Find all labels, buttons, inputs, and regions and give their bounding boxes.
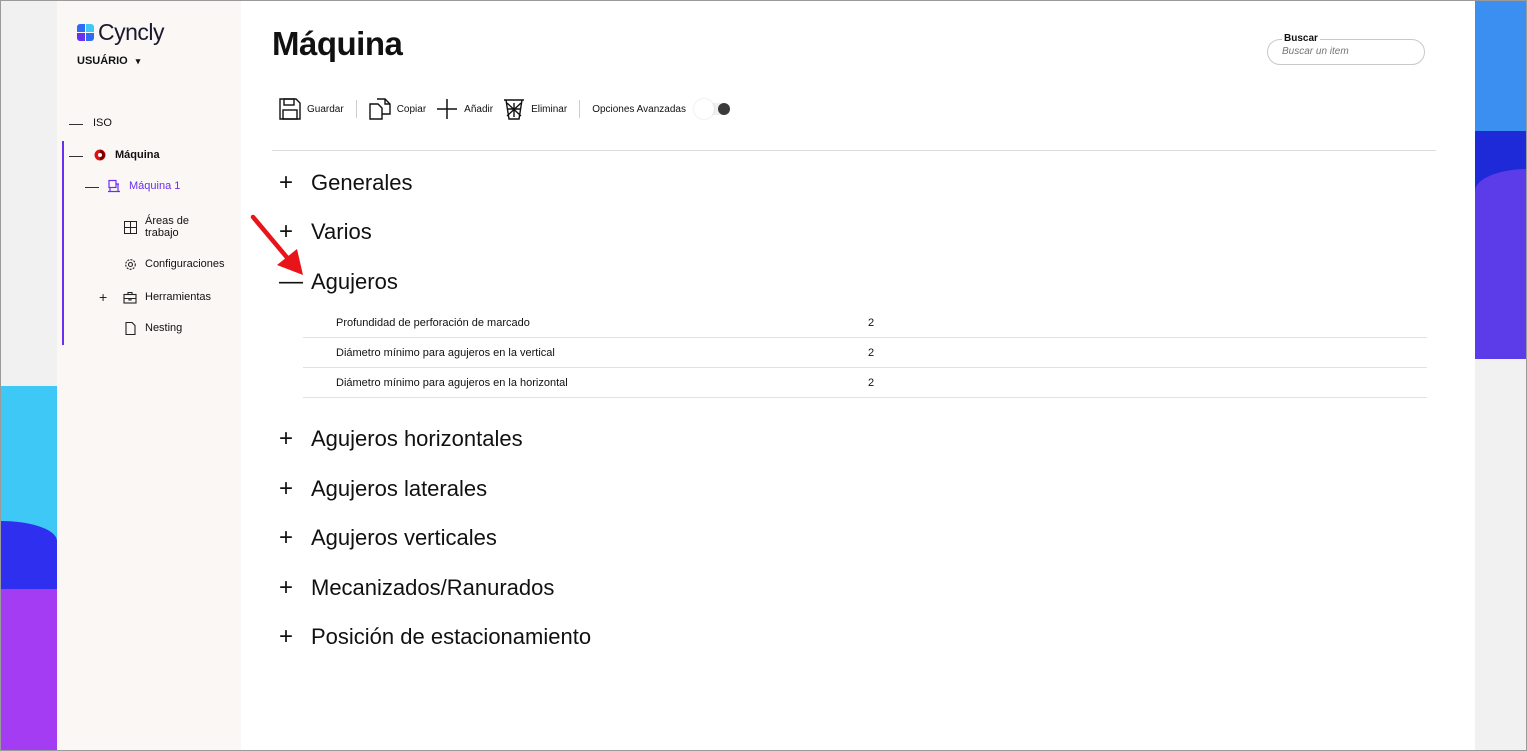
expand-icon: + — [279, 475, 294, 502]
sidebar-item-areas-de-trabajo[interactable]: Áreas de trabajo — [123, 215, 189, 239]
logo: Cyncly — [77, 19, 165, 46]
delete-label: Eliminar — [531, 103, 568, 115]
search-input[interactable] — [1282, 46, 1412, 57]
save-button[interactable]: Guardar — [279, 98, 344, 120]
section-title: Agujeros horizontales — [311, 426, 523, 451]
sidebar-item-label: Nesting — [145, 322, 183, 334]
sidebar-item-label: Herramientas — [145, 291, 212, 303]
copy-button[interactable]: Copiar — [368, 98, 427, 120]
table-row[interactable]: Diámetro mínimo para agujeros en la hori… — [303, 368, 1427, 398]
section-title: Varios — [311, 219, 372, 244]
chevron-down-icon: ▾ — [135, 55, 141, 66]
section-posicion-de-estacionamiento[interactable]: + Posición de estacionamiento — [279, 623, 591, 651]
left-decoration — [1, 1, 57, 750]
machine-icon — [107, 179, 121, 193]
tree-active-line — [62, 141, 64, 345]
sidebar-item-label: Máquina — [115, 149, 160, 161]
collapse-icon[interactable]: — — [85, 178, 103, 194]
copy-icon — [368, 98, 391, 120]
advanced-options-toggle[interactable] — [693, 99, 730, 119]
sidebar-item-label-line1: Áreas de — [145, 215, 190, 227]
search-label: Buscar — [1282, 33, 1320, 44]
expand-icon[interactable]: + — [99, 289, 123, 305]
row-value[interactable]: 2 — [868, 317, 874, 329]
toggle-knob — [693, 99, 714, 119]
document-icon — [123, 321, 137, 335]
expand-icon: + — [279, 524, 294, 551]
section-agujeros-verticales[interactable]: + Agujeros verticales — [279, 524, 497, 552]
add-button[interactable]: Añadir — [436, 98, 493, 120]
row-label: Diámetro mínimo para agujeros en la hori… — [336, 376, 568, 389]
table-row[interactable]: Profundidad de perforación de marcado 2 — [303, 308, 1427, 338]
search-box[interactable]: Buscar — [1267, 33, 1425, 65]
sidebar-item-label: Máquina 1 — [129, 180, 181, 192]
toolbox-icon — [123, 290, 137, 304]
row-value[interactable]: 2 — [868, 377, 874, 389]
plus-icon — [437, 99, 458, 119]
section-title: Agujeros — [311, 269, 398, 294]
save-icon — [279, 98, 301, 120]
collapse-icon[interactable]: — — [69, 115, 87, 131]
user-label: USUÁRIO — [77, 55, 128, 67]
row-value[interactable]: 2 — [868, 347, 874, 359]
row-label: Diámetro mínimo para agujeros en la vert… — [336, 346, 555, 359]
expand-icon: + — [279, 425, 294, 452]
header-divider — [272, 150, 1436, 151]
right-decoration-sky — [1475, 1, 1526, 133]
row-label: Profundidad de perforación de marcado — [336, 316, 530, 329]
toolbar-separator — [355, 100, 357, 118]
sidebar-item-maquina[interactable]: — Máquina — [69, 147, 160, 163]
machine-brand-icon — [93, 148, 107, 162]
expand-icon: + — [279, 169, 294, 196]
collapse-icon[interactable]: — — [69, 147, 87, 163]
sidebar-item-label: ISO — [93, 117, 112, 129]
sidebar-item-iso[interactable]: — ISO — [69, 115, 112, 131]
section-agujeros-horizontales[interactable]: + Agujeros horizontales — [279, 425, 523, 453]
right-decoration — [1475, 1, 1526, 750]
gear-icon — [123, 257, 137, 271]
copy-label: Copiar — [396, 103, 427, 115]
section-title: Agujeros verticales — [311, 525, 497, 550]
expand-icon: + — [279, 574, 294, 601]
grid-icon — [123, 220, 137, 234]
app-window: Cyncly USUÁRIO ▾ — ISO — Máquina — Máqui… — [0, 0, 1527, 751]
sidebar-item-maquina-1[interactable]: — Máquina 1 — [85, 178, 180, 194]
sidebar-item-label: Configuraciones — [145, 258, 225, 270]
page-title: Máquina — [272, 25, 403, 62]
red-arrow-annotation — [250, 214, 303, 275]
section-mecanizados-ranurados[interactable]: + Mecanizados/Ranurados — [279, 574, 554, 602]
trash-icon — [504, 99, 525, 120]
expand-icon: + — [279, 623, 294, 650]
main-content: Máquina Buscar Guardar Copiar Añadir Eli… — [241, 1, 1475, 750]
logo-text: Cyncly — [98, 19, 165, 45]
toolbar-separator — [579, 100, 581, 118]
delete-button[interactable]: Eliminar — [503, 98, 567, 120]
add-label: Añadir — [464, 103, 494, 115]
section-title: Mecanizados/Ranurados — [311, 575, 555, 600]
section-title: Generales — [311, 170, 413, 195]
user-menu[interactable]: USUÁRIO ▾ — [77, 55, 140, 67]
sidebar-item-label-line2: trabajo — [145, 227, 179, 239]
sidebar-item-herramientas[interactable]: + Herramientas — [99, 289, 211, 305]
left-decoration-violet — [1, 589, 57, 750]
section-generales[interactable]: + Generales — [279, 169, 413, 197]
sidebar-item-label-wrap: Áreas de trabajo — [145, 215, 189, 239]
section-agujeros-laterales[interactable]: + Agujeros laterales — [279, 475, 487, 503]
right-decoration-purple — [1475, 169, 1526, 359]
sidebar-item-nesting[interactable]: Nesting — [123, 321, 182, 335]
toolbar: Guardar Copiar Añadir Eliminar Opciones … — [279, 95, 730, 123]
section-title: Agujeros laterales — [311, 476, 488, 501]
table-row[interactable]: Diámetro mínimo para agujeros en la vert… — [303, 338, 1427, 368]
sidebar: Cyncly USUÁRIO ▾ — ISO — Máquina — Máqui… — [57, 1, 241, 750]
sidebar-item-configuraciones[interactable]: Configuraciones — [123, 257, 225, 271]
section-title: Posición de estacionamiento — [311, 624, 592, 649]
save-label: Guardar — [307, 103, 344, 115]
cyncly-logo-icon — [77, 23, 95, 42]
advanced-options-label: Opciones Avanzadas — [592, 103, 686, 115]
